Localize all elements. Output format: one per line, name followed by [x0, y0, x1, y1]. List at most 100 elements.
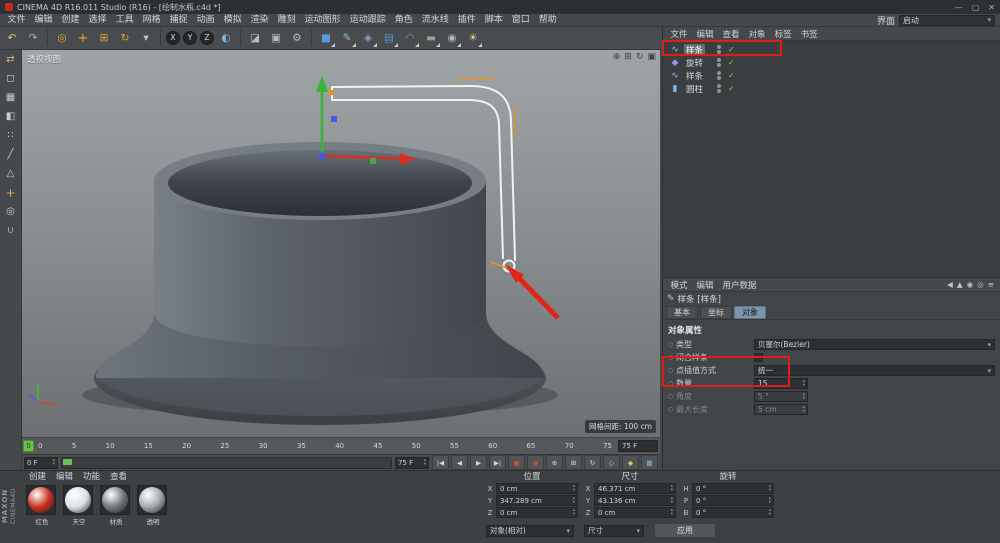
visibility-dots-icon[interactable]: [717, 71, 721, 80]
attr-dropdown-3[interactable]: 统一▾: [754, 365, 995, 376]
pla-options-button[interactable]: ▦: [641, 455, 658, 470]
object-row-4[interactable]: ▮圆柱✓: [663, 82, 1000, 95]
dock-left-icon[interactable]: ◀: [947, 280, 953, 289]
enabled-check-icon[interactable]: ✓: [728, 84, 735, 93]
menubar-item-14[interactable]: 角色: [390, 14, 417, 27]
toggle-view-icon[interactable]: ▣: [647, 52, 656, 62]
timeline-ruler[interactable]: 051015202530354045505560657075 0 75 F: [22, 437, 660, 454]
spline-pen-button[interactable]: ✎: [337, 29, 357, 48]
layout-preset-select[interactable]: 启动 ▾: [899, 15, 995, 26]
end-frame-field[interactable]: 75 F ▴▾: [395, 457, 429, 469]
render-picture-viewer-button[interactable]: ▣: [266, 29, 286, 48]
workplane-mode-button[interactable]: ◧: [2, 109, 20, 125]
coord-field[interactable]: 0 cm▴▾: [496, 507, 578, 518]
search-icon[interactable]: ◉: [967, 280, 974, 289]
attr-tab-坐标[interactable]: 坐标: [700, 306, 732, 319]
camera-object-button[interactable]: ◉: [442, 29, 462, 48]
object-row-2[interactable]: ◆旋转✓: [663, 56, 1000, 69]
object-menu-2[interactable]: 编辑: [692, 28, 718, 40]
points-mode-button[interactable]: ∷: [2, 128, 20, 144]
viewport-solo-button[interactable]: ◎: [2, 204, 20, 220]
attr-number-5[interactable]: 5 °▴▾: [754, 391, 808, 402]
rotate-button[interactable]: ↻: [115, 29, 135, 48]
coord-field[interactable]: 347.289 cm▴▾: [496, 495, 578, 506]
object-menu-3[interactable]: 查看: [718, 28, 744, 40]
spin-down-icon[interactable]: ▾: [803, 384, 805, 388]
coord-field[interactable]: 43.136 cm▴▾: [594, 495, 676, 506]
menubar-item-19[interactable]: 帮助: [534, 14, 561, 27]
object-row-1[interactable]: ∿样条✓: [663, 43, 1000, 56]
coord-size-mode-select[interactable]: 尺寸 ▾: [584, 525, 644, 537]
keyframe-dot-icon[interactable]: ○: [668, 354, 676, 361]
attr-menu-1[interactable]: 模式: [666, 279, 692, 291]
visibility-dots-icon[interactable]: [717, 45, 721, 54]
snap-settings-button[interactable]: ∪: [2, 223, 20, 239]
visibility-dots-icon[interactable]: [717, 84, 721, 93]
subdivision-surface-button[interactable]: ◈: [358, 29, 378, 48]
material-item[interactable]: 红色: [26, 485, 58, 526]
coord-field[interactable]: 0 °▴▾: [692, 483, 774, 494]
record-position-button[interactable]: ⊕: [546, 455, 563, 470]
object-menu-1[interactable]: 文件: [666, 28, 692, 40]
edges-mode-button[interactable]: ╱: [2, 147, 20, 163]
lock-y-button[interactable]: Y: [183, 31, 197, 45]
menubar-item-18[interactable]: 窗口: [507, 14, 534, 27]
menubar-item-17[interactable]: 脚本: [480, 14, 507, 27]
focus-icon[interactable]: ◎: [977, 280, 984, 289]
menubar-item-12[interactable]: 运动图形: [300, 14, 345, 27]
materials-menu-2[interactable]: 编辑: [51, 470, 78, 482]
undo-button[interactable]: ↶: [2, 29, 22, 48]
spin-down-icon[interactable]: ▾: [573, 501, 575, 505]
spin-down-icon[interactable]: ▾: [769, 489, 771, 493]
attr-dropdown-1[interactable]: 贝塞尔(Bezier)▾: [754, 339, 995, 350]
render-view-button[interactable]: ◪: [245, 29, 265, 48]
coordinate-system-button[interactable]: ◐: [216, 29, 236, 48]
keyframe-dot-icon[interactable]: ○: [668, 341, 676, 348]
materials-menu-1[interactable]: 创建: [24, 470, 51, 482]
keyframe-dot-icon[interactable]: ○: [668, 367, 676, 374]
menubar-item-9[interactable]: 模拟: [219, 14, 246, 27]
convert-object-button[interactable]: ⇄: [2, 52, 20, 68]
goto-start-button[interactable]: |◀: [432, 455, 449, 470]
enabled-check-icon[interactable]: ✓: [728, 58, 735, 67]
attr-number-4[interactable]: 15▴▾: [754, 378, 808, 389]
range-handle[interactable]: [63, 459, 72, 465]
texture-mode-button[interactable]: ▦: [2, 90, 20, 106]
bend-deformer-button[interactable]: ◠: [400, 29, 420, 48]
record-scale-button[interactable]: ⊞: [565, 455, 582, 470]
polygons-mode-button[interactable]: △: [2, 166, 20, 182]
materials-menu-4[interactable]: 查看: [105, 470, 132, 482]
material-item[interactable]: 透明: [137, 485, 169, 526]
object-menu-6[interactable]: 书签: [796, 28, 822, 40]
attr-tab-基本[interactable]: 基本: [666, 306, 698, 319]
menubar-item-2[interactable]: 编辑: [30, 14, 57, 27]
floor-object-button[interactable]: ▬: [421, 29, 441, 48]
spin-down-icon[interactable]: ▾: [671, 489, 673, 493]
play-button[interactable]: ▶: [470, 455, 487, 470]
scale-button[interactable]: ⊞: [94, 29, 114, 48]
materials-menu-3[interactable]: 功能: [78, 470, 105, 482]
keyframe-dot-icon[interactable]: ○: [668, 393, 676, 400]
menubar-item-16[interactable]: 插件: [453, 14, 480, 27]
model-mode-button[interactable]: ◻: [2, 71, 20, 87]
material-item[interactable]: 天空: [63, 485, 95, 526]
object-menu-5[interactable]: 标签: [770, 28, 796, 40]
light-object-button[interactable]: ☀: [463, 29, 483, 48]
close-button[interactable]: ✕: [988, 3, 995, 12]
coord-field[interactable]: 0 cm▴▾: [496, 483, 578, 494]
menubar-item-4[interactable]: 选择: [84, 14, 111, 27]
material-item[interactable]: 材质: [100, 485, 132, 526]
maximize-button[interactable]: ▢: [972, 3, 980, 12]
redo-button[interactable]: ↷: [23, 29, 43, 48]
attr-menu-3[interactable]: 用户数据: [718, 279, 761, 291]
menubar-item-3[interactable]: 创建: [57, 14, 84, 27]
last-tool-button[interactable]: ▾: [136, 29, 156, 48]
list-icon[interactable]: ≡: [988, 280, 994, 289]
keyframe-dot-icon[interactable]: ○: [668, 406, 676, 413]
zoom-view-icon[interactable]: ⊞: [624, 52, 632, 62]
keyframe-selection-button[interactable]: ◆: [622, 455, 639, 470]
up-icon[interactable]: ▲: [957, 280, 963, 289]
attr-menu-2[interactable]: 编辑: [692, 279, 718, 291]
pan-view-icon[interactable]: ⊕: [613, 52, 621, 62]
lock-z-button[interactable]: Z: [200, 31, 214, 45]
